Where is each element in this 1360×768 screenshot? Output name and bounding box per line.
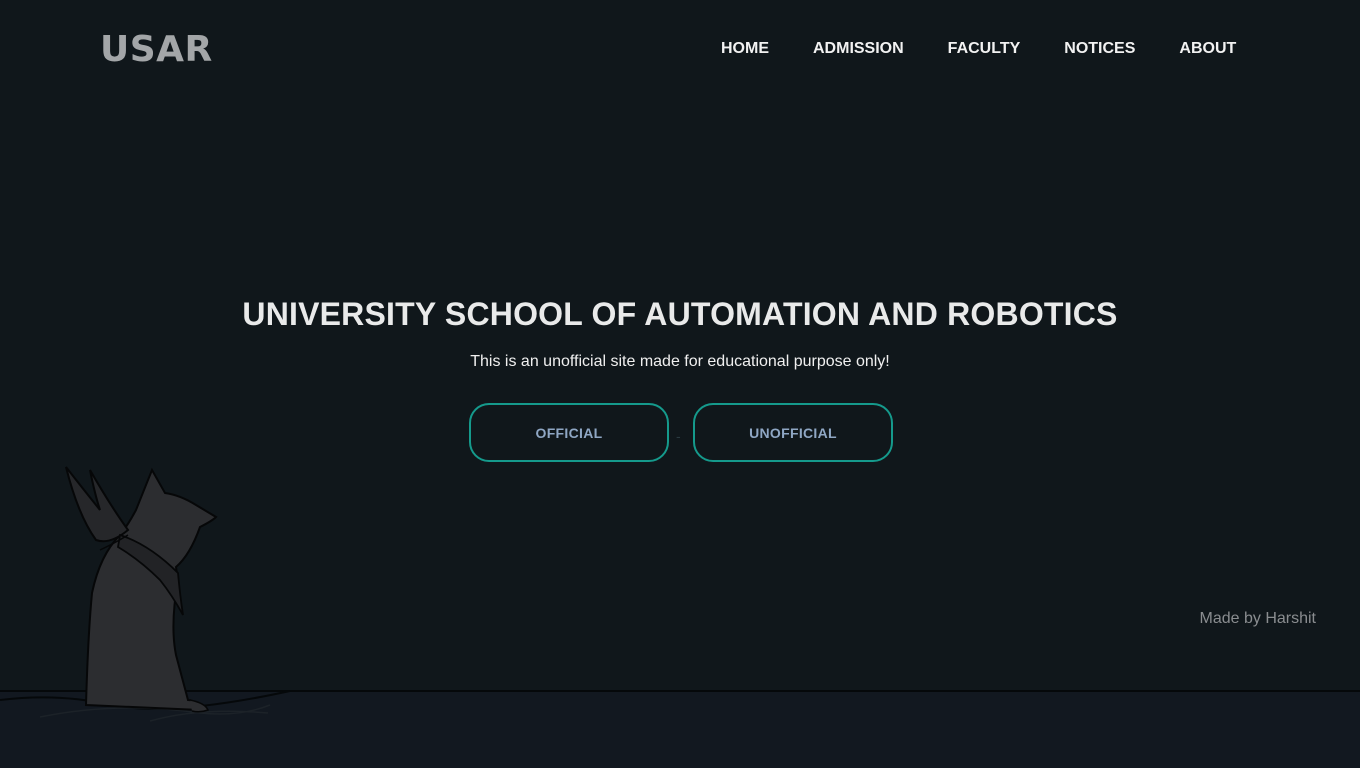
main-nav: HOME ADMISSION FACULTY NOTICES ABOUT [721,40,1236,58]
footer-credit: Made by Harshit [1199,610,1317,627]
page-title: UNIVERSITY SCHOOL OF AUTOMATION AND ROBO… [242,296,1118,332]
cat-silhouette-icon [0,466,291,722]
nav-admission[interactable]: ADMISSION [813,40,904,58]
nav-faculty[interactable]: FACULTY [948,40,1021,58]
unofficial-button[interactable]: UNOFFICIAL [693,403,893,462]
nav-home[interactable]: HOME [721,40,769,58]
button-separator: - [676,428,681,444]
nav-about[interactable]: ABOUT [1179,40,1236,58]
nav-notices[interactable]: NOTICES [1064,40,1135,58]
official-button[interactable]: OFFICIAL [469,403,669,462]
page-subtitle: This is an unofficial site made for educ… [470,353,890,370]
page: USAR HOME ADMISSION FACULTY NOTICES ABOU… [0,0,1360,768]
site-logo[interactable]: USAR [100,28,213,72]
